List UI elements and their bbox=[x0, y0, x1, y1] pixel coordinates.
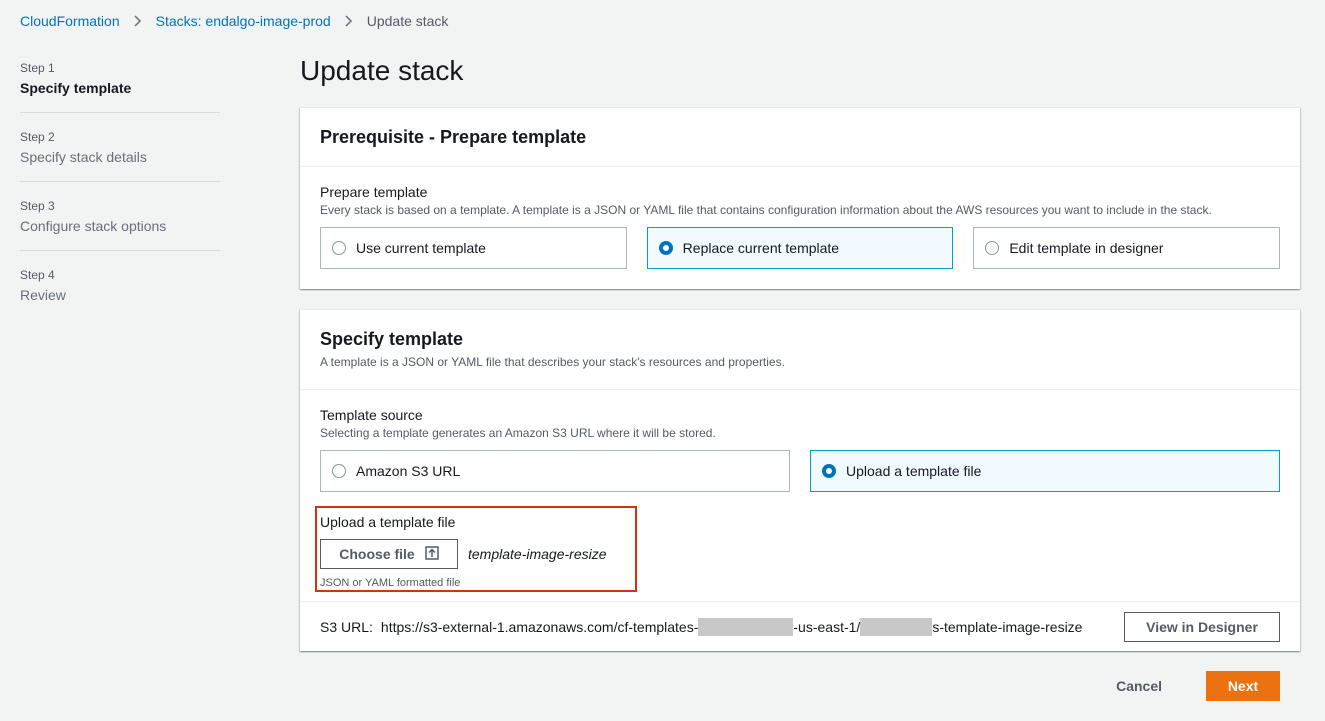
s3-url-label: S3 URL: bbox=[320, 618, 373, 635]
view-in-designer-button[interactable]: View in Designer bbox=[1124, 611, 1280, 642]
option-label: Replace current template bbox=[682, 240, 840, 256]
radio-icon[interactable] bbox=[332, 241, 346, 255]
wizard-footer: Cancel Next bbox=[1116, 671, 1280, 701]
option-upload-template-file[interactable]: Upload a template file bbox=[810, 450, 1280, 492]
breadcrumb-stack[interactable]: Stacks: endalgo-image-prod bbox=[156, 13, 331, 29]
wizard-step-1[interactable]: Step 1 Specify template bbox=[20, 60, 220, 113]
step-number: Step 4 bbox=[20, 268, 55, 282]
option-amazon-s3-url[interactable]: Amazon S3 URL bbox=[320, 450, 790, 492]
step-name: Specify template bbox=[20, 80, 132, 96]
upload-template-field: Upload a template file Choose file templ… bbox=[320, 513, 607, 589]
page-title: Update stack bbox=[300, 55, 464, 86]
breadcrumb-cloudformation[interactable]: CloudFormation bbox=[20, 13, 120, 29]
wizard-step-2: Step 2 Specify stack details bbox=[20, 129, 220, 182]
breadcrumb: CloudFormation Stacks: endalgo-image-pro… bbox=[20, 13, 448, 29]
option-label: Upload a template file bbox=[846, 463, 982, 479]
card-title: Specify template bbox=[320, 329, 464, 349]
field-label: Template source bbox=[320, 407, 423, 423]
step-number: Step 1 bbox=[20, 61, 55, 75]
field-description: Every stack is based on a template. A te… bbox=[320, 203, 1212, 217]
chevron-right-icon bbox=[345, 15, 353, 27]
option-replace-current-template[interactable]: Replace current template bbox=[646, 227, 954, 269]
cancel-button[interactable]: Cancel bbox=[1116, 678, 1162, 694]
prepare-template-options: Use current template Replace current tem… bbox=[320, 227, 1281, 269]
field-label: Prepare template bbox=[320, 184, 428, 200]
radio-selected-icon[interactable] bbox=[658, 241, 673, 255]
option-label: Edit template in designer bbox=[1009, 240, 1164, 256]
button-label: Choose file bbox=[339, 546, 415, 562]
constraint-text: JSON or YAML formatted file bbox=[320, 577, 461, 589]
card-header: Specify template A template is a JSON or… bbox=[300, 310, 1300, 390]
s3-url-part: https://s3-external-1.amazonaws.com/cf-t… bbox=[380, 618, 699, 635]
redacted-block bbox=[698, 617, 794, 636]
radio-icon[interactable] bbox=[332, 464, 346, 478]
s3-url-part: s-template-image-resize bbox=[932, 618, 1083, 635]
field-description: Selecting a template generates an Amazon… bbox=[320, 426, 716, 440]
step-number: Step 3 bbox=[20, 199, 55, 213]
step-number: Step 2 bbox=[20, 130, 55, 144]
template-source-options: Amazon S3 URL Upload a template file bbox=[320, 450, 1280, 492]
step-name: Specify stack details bbox=[20, 149, 147, 165]
card-body: Template source Selecting a template gen… bbox=[300, 390, 1300, 512]
option-edit-in-designer[interactable]: Edit template in designer bbox=[973, 227, 1281, 269]
step-name: Review bbox=[20, 287, 66, 303]
field-label: Upload a template file bbox=[320, 514, 456, 530]
s3-url-row: S3 URL: https://s3-external-1.amazonaws.… bbox=[300, 601, 1300, 651]
selected-file-name: template-image-resize bbox=[468, 546, 607, 562]
file-chooser-row: Choose file template-image-resize bbox=[320, 539, 607, 569]
breadcrumb-current: Update stack bbox=[366, 13, 449, 29]
choose-file-button[interactable]: Choose file bbox=[320, 539, 458, 569]
wizard-step-4: Step 4 Review bbox=[20, 267, 220, 319]
wizard-step-3: Step 3 Configure stack options bbox=[20, 198, 220, 251]
option-use-current-template[interactable]: Use current template bbox=[320, 227, 627, 269]
radio-icon[interactable] bbox=[985, 241, 1000, 255]
wizard-steps: Step 1 Specify template Step 2 Specify s… bbox=[20, 60, 220, 335]
card-body: Prepare template Every stack is based on… bbox=[300, 167, 1300, 289]
option-label: Amazon S3 URL bbox=[356, 463, 461, 479]
upload-icon bbox=[424, 545, 439, 563]
card-description: A template is a JSON or YAML file that d… bbox=[320, 355, 785, 369]
next-button[interactable]: Next bbox=[1206, 671, 1280, 701]
s3-url-part: -us-east-1/ bbox=[793, 618, 861, 635]
card-header: Prerequisite - Prepare template bbox=[300, 108, 1300, 167]
card-title: Prerequisite - Prepare template bbox=[320, 127, 587, 147]
step-name: Configure stack options bbox=[20, 218, 167, 234]
redacted-block bbox=[860, 617, 933, 636]
specify-template-card: Specify template A template is a JSON or… bbox=[300, 309, 1300, 651]
option-label: Use current template bbox=[356, 240, 486, 256]
prerequisite-card: Prerequisite - Prepare template Prepare … bbox=[300, 107, 1300, 289]
chevron-right-icon bbox=[134, 15, 142, 27]
radio-selected-icon[interactable] bbox=[822, 464, 836, 478]
